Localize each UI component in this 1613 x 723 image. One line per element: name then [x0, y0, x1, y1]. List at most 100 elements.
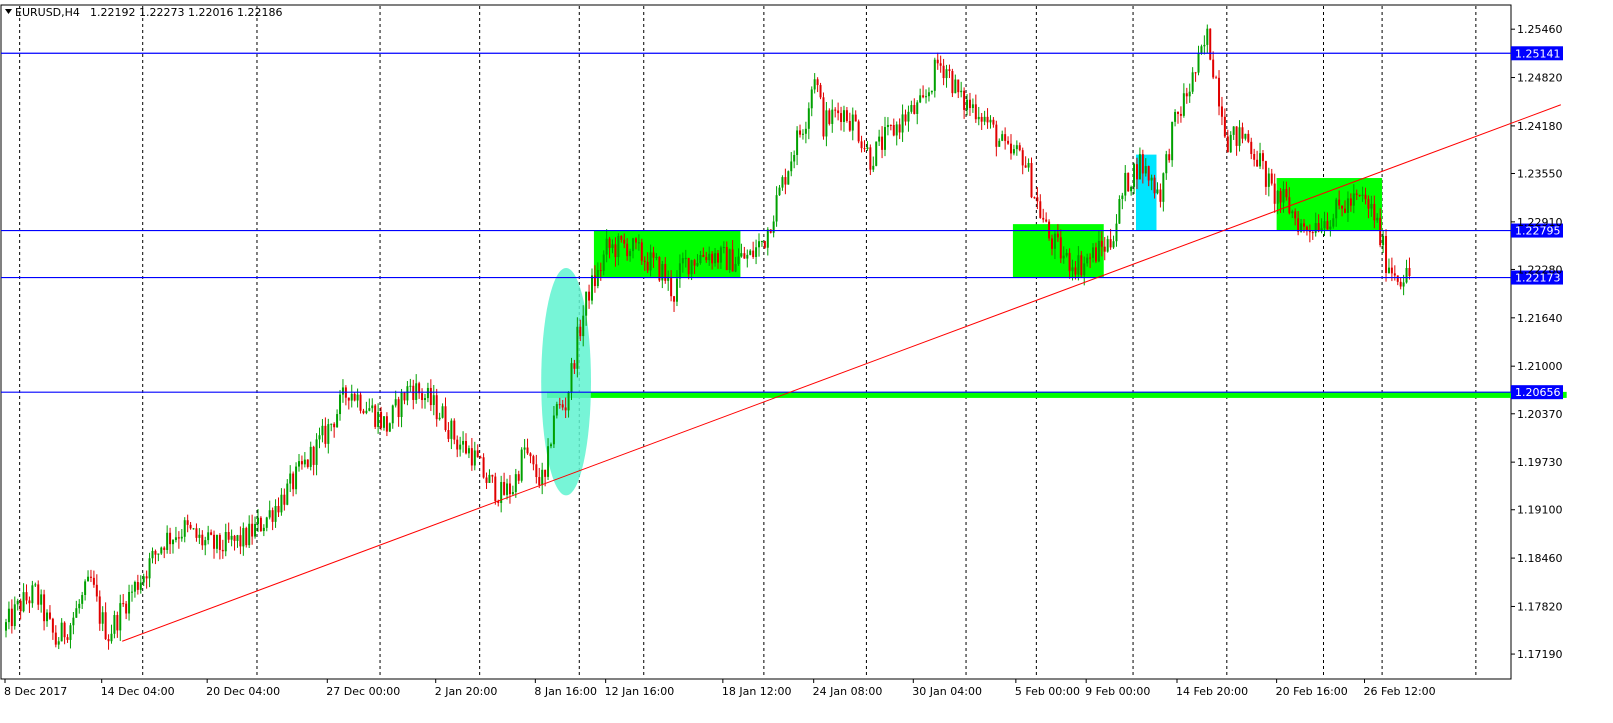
candle-body [1294, 211, 1297, 219]
candle [388, 422, 391, 433]
candle-body [1030, 163, 1033, 198]
candle-body [549, 444, 552, 447]
candle-body [72, 617, 75, 626]
candle-body [1012, 149, 1015, 154]
candle-body [1053, 233, 1056, 249]
candle-body [892, 124, 895, 136]
y-tick-label: 1.24180 [1517, 120, 1563, 133]
candle-body [834, 109, 837, 111]
candle-body [936, 59, 939, 64]
candle-body [517, 474, 520, 481]
candle-body [1302, 223, 1305, 227]
candle-body [66, 637, 69, 640]
candle-body [1080, 255, 1083, 276]
candle-body [1364, 194, 1367, 200]
candle-body [201, 534, 204, 546]
candle-body [63, 622, 66, 638]
zone-rect [1276, 178, 1383, 231]
candle-body [1361, 194, 1364, 196]
candle-body [1261, 153, 1264, 162]
candle-body [397, 399, 400, 418]
candle-body [265, 517, 268, 528]
candle-body [919, 95, 922, 103]
candle-body [1018, 145, 1021, 151]
candle-body [488, 474, 491, 483]
candle-body [910, 105, 913, 112]
candle-body [752, 250, 755, 257]
candle-body [898, 124, 901, 133]
candle-body [731, 249, 734, 272]
candle [951, 68, 954, 98]
candle-body [1015, 145, 1018, 150]
x-tick-label: 30 Jan 04:00 [912, 685, 982, 698]
candle-body [576, 326, 579, 369]
candle-body [198, 534, 201, 538]
candle-body [1144, 166, 1147, 174]
candle-body [544, 469, 547, 477]
candle [857, 119, 860, 144]
y-tick-label: 1.22280 [1517, 263, 1563, 276]
candle-body [857, 121, 860, 142]
candle-body [705, 256, 708, 261]
candle-body [254, 523, 257, 537]
candle-body [541, 469, 544, 486]
candle-body [655, 257, 658, 259]
candle-body [1264, 161, 1267, 187]
candle-body [840, 113, 843, 122]
candle-body [40, 594, 43, 605]
candle-body [986, 116, 989, 123]
candle-body [432, 395, 435, 406]
price-axis: 1.25460 1.24820 1.24180 1.23550 1.22910 1.222… [1511, 23, 1563, 661]
candle-body [810, 89, 813, 109]
candle [1209, 28, 1212, 61]
candle-body [57, 641, 60, 645]
candle-body [189, 524, 192, 529]
candle-body [339, 394, 342, 415]
candle-body [1326, 221, 1329, 230]
candle-body [476, 450, 479, 458]
candle-body [775, 195, 778, 222]
candle-body [634, 238, 637, 243]
candle-body [1218, 77, 1221, 107]
price-chart[interactable]: 1.251411.227951.221731.20656 1.254601.24… [0, 0, 1613, 723]
candle-body [913, 105, 916, 114]
candle-body [681, 258, 684, 264]
candle-body [136, 581, 139, 590]
candle-body [1039, 201, 1042, 218]
x-tick-label: 24 Jan 08:00 [813, 685, 883, 698]
candle-body [1153, 177, 1156, 194]
candle-body [989, 119, 992, 123]
candle-body [927, 92, 930, 97]
candle-body [1033, 197, 1036, 199]
candle-body [561, 404, 564, 408]
candle-body [1220, 106, 1223, 117]
candle-body [303, 459, 306, 465]
candle-body [1238, 127, 1241, 146]
candle-body [75, 608, 78, 618]
candle-body [1065, 252, 1068, 256]
y-tick-label: 1.19730 [1517, 456, 1563, 469]
candle-body [658, 257, 661, 281]
candle-body [1021, 150, 1024, 166]
candle-body [280, 494, 283, 513]
candle-body [1206, 28, 1209, 45]
candle-body [204, 540, 207, 546]
candle-body [130, 591, 133, 593]
candle-body [1405, 267, 1408, 283]
candle-body [939, 63, 942, 66]
candle-body [183, 520, 186, 537]
candle-body [142, 576, 145, 583]
candle-body [479, 457, 482, 459]
candle-body [1244, 133, 1247, 139]
candle-body [1109, 239, 1112, 248]
candle-body [485, 477, 488, 483]
level-label: 1.20656 [1515, 386, 1561, 399]
candle-body [400, 392, 403, 418]
candle-body [13, 604, 16, 627]
candle-body [333, 423, 336, 428]
candle-body [1346, 198, 1349, 213]
candle-body [1159, 189, 1162, 202]
candle-body [374, 405, 377, 427]
time-axis: 8 Dec 2017 14 Dec 04:00 20 Dec 04:00 27 Dec… [4, 679, 1436, 698]
candle-body [790, 161, 793, 172]
